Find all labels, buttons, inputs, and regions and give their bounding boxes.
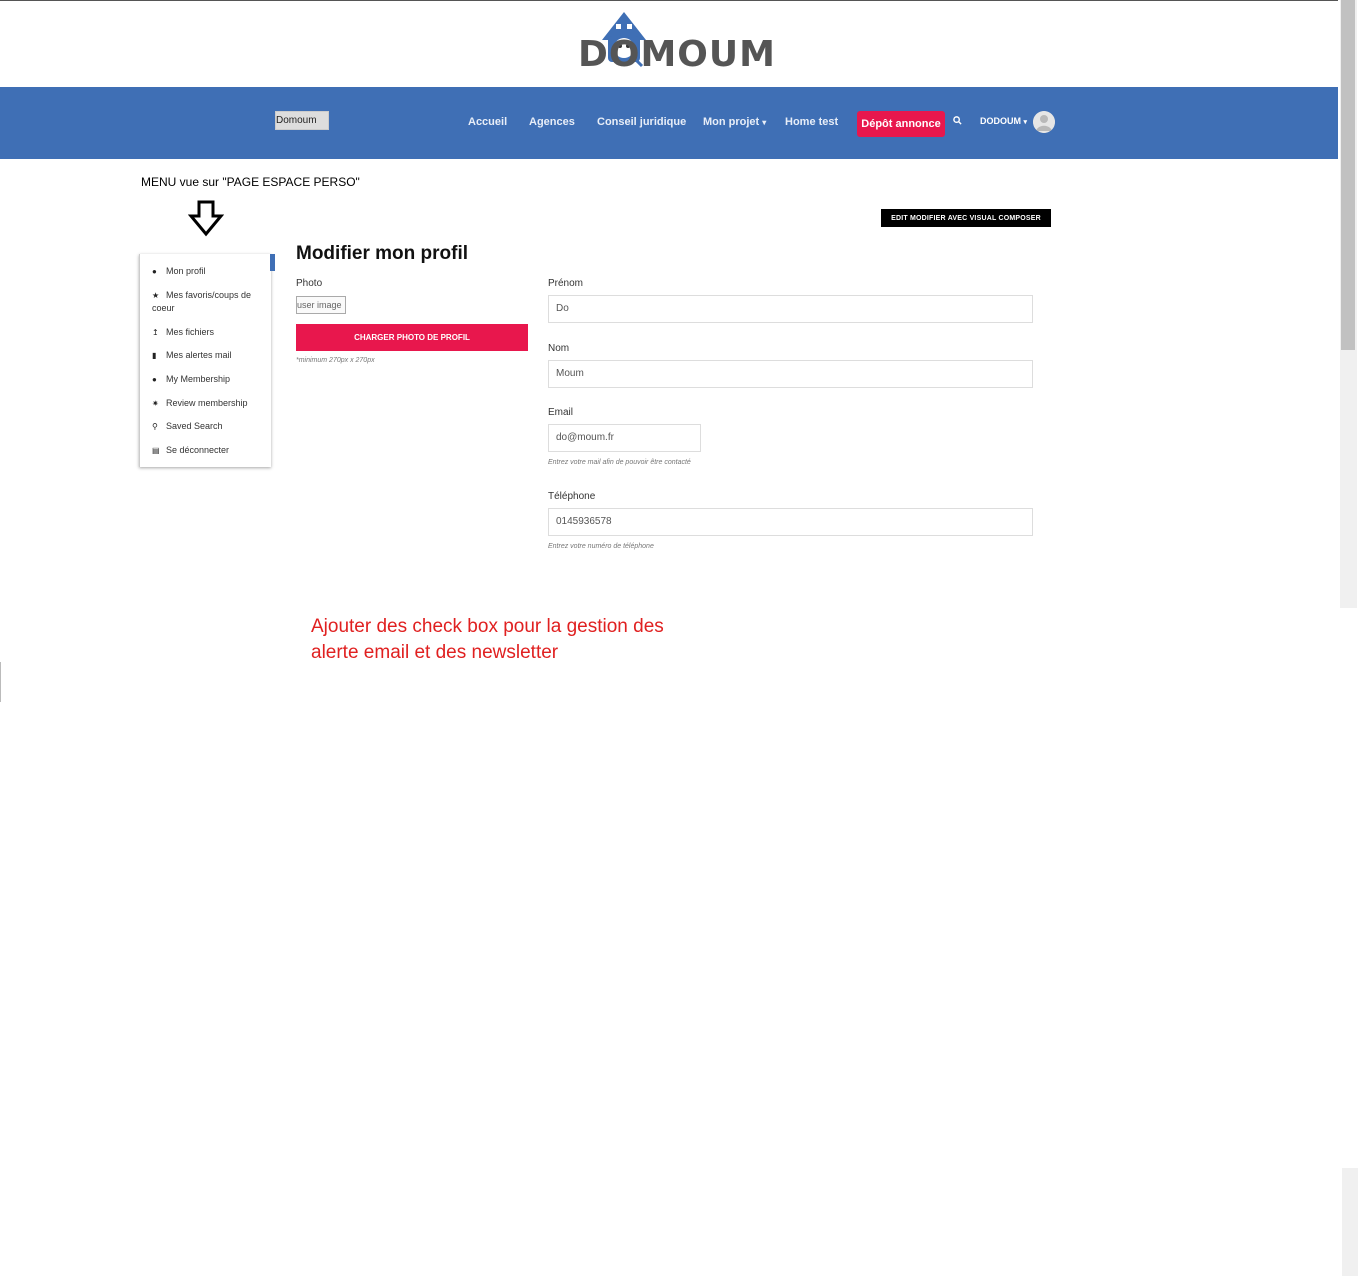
photo-label: Photo [296,278,323,289]
depot-annonce-button[interactable]: Dépôt annonce [857,111,945,137]
menu-item-label: Mes alertes mail [166,350,232,360]
nav-accueil[interactable]: Accueil [468,116,507,128]
visual-composer-button[interactable]: EDIT MODIFIER AVEC VISUAL COMPOSER [881,209,1051,227]
menu-item-label: Mon profil [166,266,206,276]
user-menu[interactable]: DODOUM ▾ [980,116,1027,126]
menu-item-label: Mes fichiers [166,327,215,337]
menu-item-label: Se déconnecter [166,445,230,455]
building-icon: ▮ [152,351,157,360]
unlock-icon: ▤ [152,446,160,455]
menu-item-label: Mes favoris/coups de coeur [152,290,252,313]
annotation-line-2: alerte email et des newsletter [311,642,559,663]
nav-logo-broken-image[interactable]: Domoum [275,111,329,130]
menu-item-label: Saved Search [166,421,223,431]
menu-item-mon-profil[interactable]: ● Mon profil [152,265,262,278]
nav-mon-projet-label: Mon projet [703,116,760,128]
left-edge-mark [0,662,1,702]
nav-mon-projet[interactable]: Mon projet ▾ [703,116,766,128]
chevron-down-icon: ▾ [1023,119,1028,126]
nav-agences[interactable]: Agences [529,116,575,128]
logo-wordmark: DOMOUM [578,34,776,75]
upload-icon: ↥ [152,328,159,337]
telephone-hint: Entrez votre numéro de téléphone [548,543,654,550]
search-icon: ⚲ [152,422,158,431]
menu-annotation-note: MENU vue sur "PAGE ESPACE PERSO" [141,175,360,189]
email-label: Email [548,407,574,418]
menu-item-label: My Membership [166,374,231,384]
upload-hint: *minimum 270px x 270px [296,357,375,364]
star-icon: ★ [152,291,160,300]
menu-item-fichiers[interactable]: ↥ Mes fichiers [152,326,262,339]
menu-item-deconnecter[interactable]: ▤ Se déconnecter [152,444,262,457]
upload-photo-button[interactable]: CHARGER PHOTO DE PROFIL [296,324,528,351]
checkbox-request-annotation: Ajouter des check box pour la gestion de… [311,614,731,666]
user-icon: ● [152,375,157,384]
badge-icon: ✷ [152,399,159,408]
menu-active-indicator [270,254,275,271]
user-icon: ● [152,267,157,276]
annotation-line-1: Ajouter des check box pour la gestion de… [311,616,664,637]
telephone-field[interactable]: 0145936578 [548,508,1033,536]
email-hint: Entrez votre mail afin de pouvoir être c… [548,459,691,466]
user-name: DODOUM [980,116,1021,126]
scrollbar-thumb[interactable] [1341,0,1355,350]
nom-field[interactable]: Moum [548,360,1033,388]
nav-home-test[interactable]: Home test [785,116,838,128]
arrow-down-icon [188,200,224,237]
menu-item-review-membership[interactable]: ✷ Review membership [152,397,262,410]
search-icon[interactable] [953,116,962,128]
nom-label: Nom [548,343,570,354]
menu-item-saved-search[interactable]: ⚲ Saved Search [152,420,262,433]
menu-item-label: Review membership [166,398,248,408]
menu-item-favoris[interactable]: ★ Mes favoris/coups de coeur [152,289,262,315]
avatar[interactable] [1033,111,1055,133]
top-border [0,0,1338,1]
site-logo[interactable]: DOMOUM [574,8,776,76]
email-field[interactable]: do@moum.fr [548,424,701,452]
page-title: Modifier mon profil [296,243,469,264]
prenom-field[interactable]: Do [548,295,1033,323]
chevron-down-icon: ▾ [762,118,767,127]
nav-conseil-juridique[interactable]: Conseil juridique [597,116,686,128]
prenom-label: Prénom [548,278,584,289]
scrollbar-lower-track [1342,1168,1358,1276]
menu-item-my-membership[interactable]: ● My Membership [152,373,262,386]
menu-item-alertes-mail[interactable]: ▮ Mes alertes mail [152,349,262,362]
telephone-label: Téléphone [548,491,596,502]
profile-photo-image: user image [296,296,346,314]
